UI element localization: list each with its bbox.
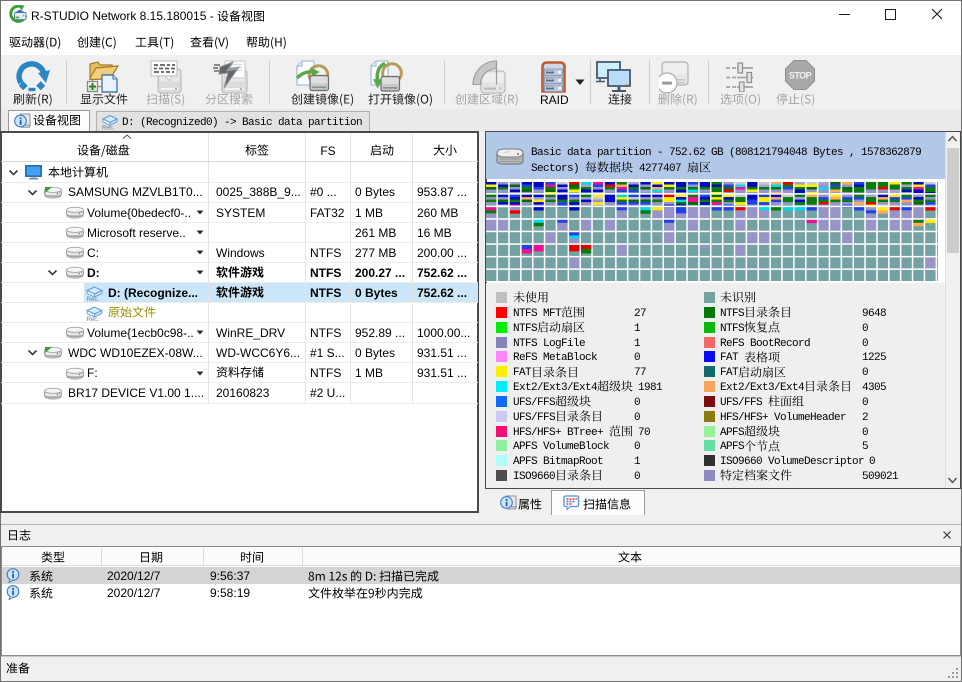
svg-text:Rec.: Rec. bbox=[87, 316, 100, 321]
svg-text:Rec.: Rec. bbox=[102, 125, 115, 131]
svg-text:STOP: STOP bbox=[789, 71, 812, 81]
svg-text:Rec.: Rec. bbox=[87, 296, 100, 301]
